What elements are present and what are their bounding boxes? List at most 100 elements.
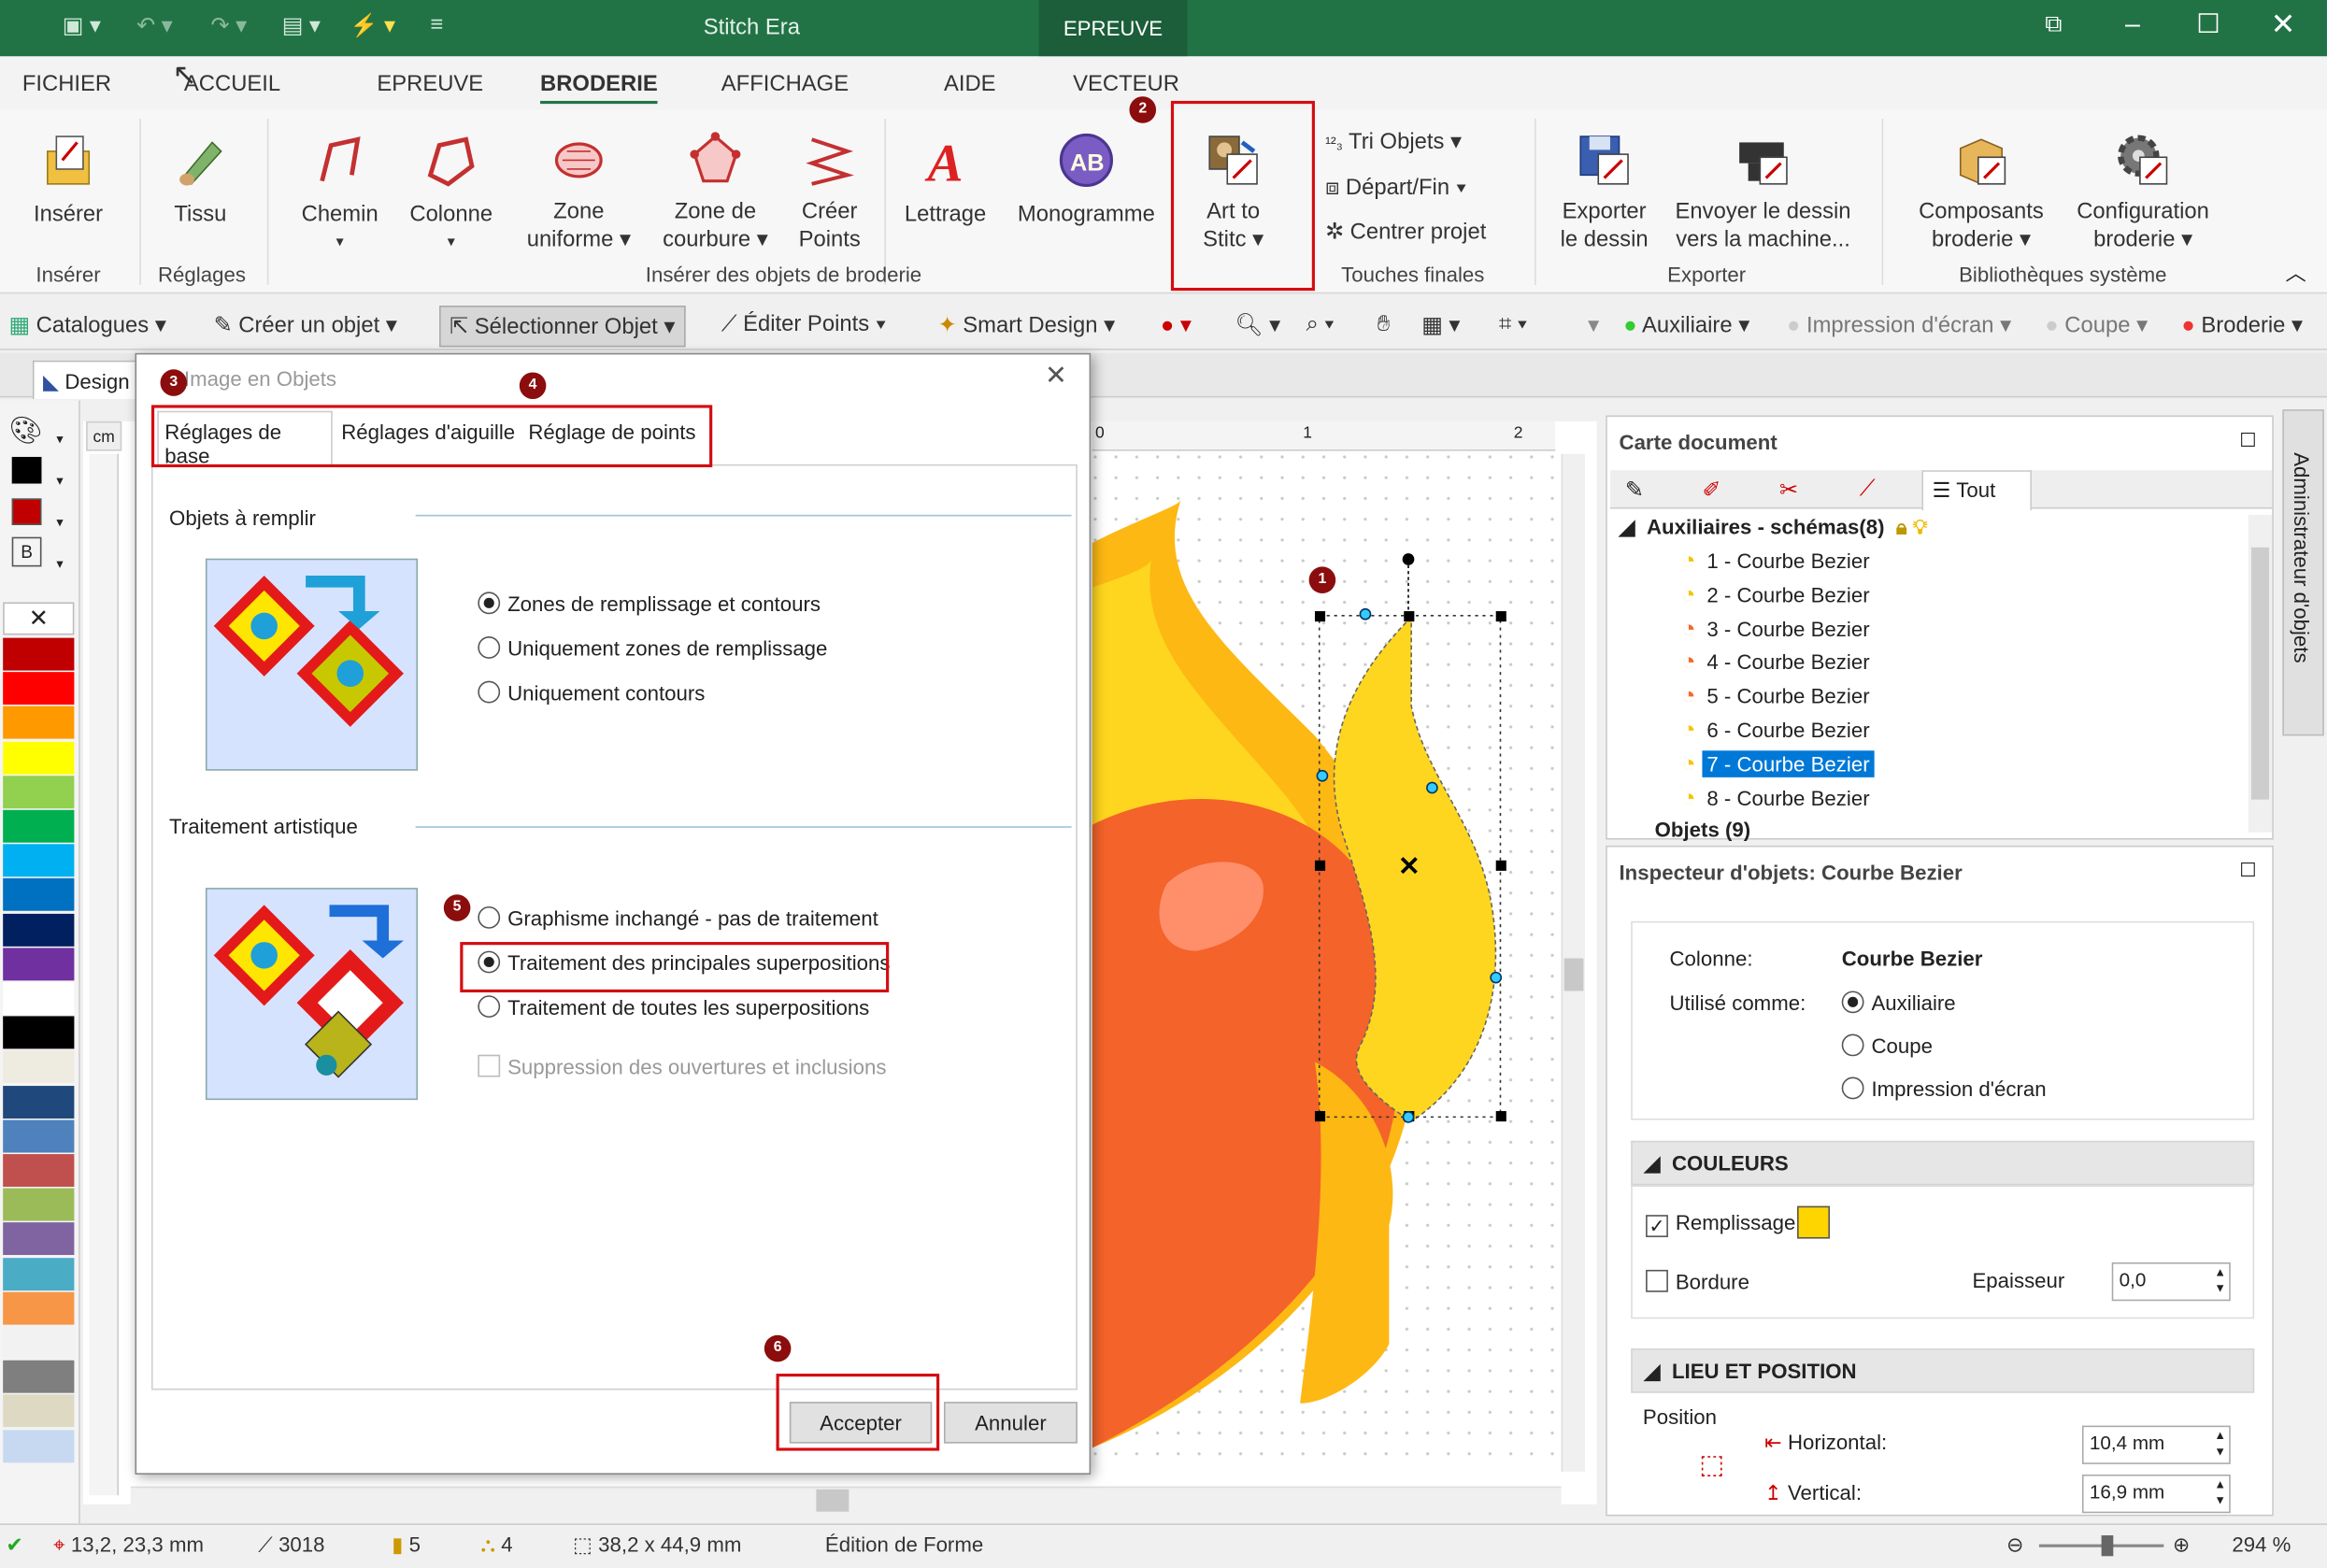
tree-item[interactable]: ◔ 6 - Courbe Bezier <box>1681 718 1874 745</box>
zone-uniforme-button[interactable]: Zone uniforme ▾ <box>520 131 638 254</box>
palette-swatch[interactable] <box>3 1085 75 1119</box>
colonne-button[interactable]: Colonne ▾ <box>401 131 502 257</box>
tree-item[interactable]: ◔ 5 - Courbe Bezier <box>1681 684 1874 711</box>
scissors-icon[interactable]: ✂ <box>1779 477 1798 503</box>
palette-swatch[interactable] <box>3 1394 75 1428</box>
creer-points-button[interactable]: Créer Points <box>787 131 873 254</box>
palette-swatch[interactable] <box>3 1050 75 1084</box>
palette-swatch[interactable] <box>3 844 75 877</box>
radio-impression-ecran[interactable]: Impression d'écran <box>1841 1076 2047 1101</box>
group-objets[interactable]: Objets (9) <box>1655 818 1751 841</box>
configuration-broderie-button[interactable]: Configuration broderie ▾ <box>2065 131 2220 254</box>
envoyer-machine-button[interactable]: Envoyer le dessin vers la machine... <box>1668 131 1858 254</box>
grid-icon[interactable]: ▦ ▾ <box>1421 311 1460 338</box>
minimize-icon[interactable]: – <box>2125 9 2140 40</box>
tri-objets-button[interactable]: ¹²₃ Tri Objets ▾ <box>1325 128 1462 159</box>
collapse-ribbon-icon[interactable]: ︿ <box>2286 258 2306 288</box>
palette-swatch[interactable] <box>3 1429 75 1462</box>
palette-swatch[interactable] <box>3 672 75 706</box>
palette-swatch[interactable] <box>3 1188 75 1221</box>
palette-swatch[interactable] <box>3 1257 75 1290</box>
restore-icon[interactable]: ⧉ <box>2045 12 2062 39</box>
editer-points-button[interactable]: ⟋ Éditer Points ▾ <box>721 311 887 336</box>
palette-swatch[interactable] <box>3 809 75 843</box>
catalogues-button[interactable]: ▦ Catalogues ▾ <box>9 311 166 338</box>
tab-aide[interactable]: AIDE <box>944 71 996 96</box>
lettrage-button[interactable]: A Lettrage <box>896 131 994 229</box>
tab-affichage[interactable]: AFFICHAGE <box>721 71 849 96</box>
palette-swatch[interactable] <box>3 1154 75 1187</box>
palette-swatch[interactable] <box>3 775 75 808</box>
spinner-icon[interactable]: ▲ ▼ <box>2214 1427 2226 1460</box>
palette-swatch[interactable] <box>3 1361 75 1393</box>
spinner-icon[interactable]: ▲ ▼ <box>2214 1264 2226 1297</box>
dialog-close-icon[interactable]: ✕ <box>1045 361 1067 392</box>
selectionner-objet-button[interactable]: ⇱ Sélectionner Objet ▾ <box>439 306 686 348</box>
radio-toutes-superpositions[interactable]: Traitement de toutes les superpositions <box>478 995 869 1019</box>
radio-contours[interactable]: Uniquement contours <box>478 680 705 705</box>
lieu-position-header[interactable]: ◢ LIEU ET POSITION <box>1631 1348 2255 1393</box>
stitch-color-black[interactable] <box>11 456 42 484</box>
lightning-icon[interactable]: ⚡ ▾ <box>350 12 395 38</box>
epaisseur-input[interactable]: 0,0 ▲ ▼ <box>2111 1262 2231 1302</box>
maximize-icon[interactable]: ☐ <box>2196 9 2220 40</box>
more-toolbar-icon[interactable]: ▾ <box>1588 311 1599 338</box>
undo-icon[interactable]: ↶ ▾ <box>136 12 173 38</box>
inserer-button[interactable]: Insérer <box>27 131 110 229</box>
zoom-slider[interactable] <box>2038 1535 2164 1557</box>
palette-swatch[interactable] <box>3 637 75 671</box>
tab-accueil[interactable]: ACCUEIL <box>184 71 280 96</box>
redo-icon[interactable]: ↷ ▾ <box>210 12 247 38</box>
toggle-coupe[interactable]: ● Coupe ▾ <box>2045 311 2148 338</box>
palette-swatch[interactable] <box>3 1326 75 1360</box>
tree-item[interactable]: ◔ 7 - Courbe Bezier <box>1681 749 1875 779</box>
canvas-horizontal-scrollbar[interactable] <box>130 1486 1562 1514</box>
radio-coupe[interactable]: Coupe <box>1841 1033 1933 1058</box>
design-doc-tab[interactable]: ◣ Design <box>32 360 151 400</box>
stitch-pencil-icon[interactable]: ✎ <box>1625 477 1644 503</box>
tree-item[interactable]: ◔ 1 - Courbe Bezier <box>1681 549 1874 576</box>
zoom-out-icon[interactable]: ⊖ <box>2006 1532 2024 1558</box>
panel-maximize-icon[interactable]: ☐ <box>2239 429 2257 452</box>
palette-swatch[interactable] <box>3 1222 75 1256</box>
snap-icon[interactable]: ⌗ ▾ <box>1499 311 1527 336</box>
smart-design-button[interactable]: ✦ Smart Design ▾ <box>938 311 1115 338</box>
radio-graphisme-inchange[interactable]: Graphisme inchangé - pas de traitement <box>478 905 878 930</box>
horizontal-input[interactable]: 10,4 mm ▲ ▼ <box>2081 1425 2231 1464</box>
save-icon[interactable]: ▣ ▾ <box>63 12 101 38</box>
tree-item[interactable]: ◔ 4 - Courbe Bezier <box>1681 650 1874 677</box>
hand-pan-icon[interactable]: ✋︎ <box>1378 311 1391 336</box>
zoom-region-icon[interactable]: ⌕ ▾ <box>1306 311 1334 336</box>
palette-swatch[interactable] <box>3 1119 75 1153</box>
radio-zones-contours[interactable]: Zones de remplissage et contours <box>478 592 821 616</box>
art-to-stitch-button[interactable]: Art to Stitc ▾ <box>1187 131 1278 254</box>
spinner-icon[interactable]: ▲ ▼ <box>2214 1476 2226 1509</box>
composants-broderie-button[interactable]: Composants broderie ▾ <box>1911 131 2050 254</box>
inspector-maximize-icon[interactable]: ☐ <box>2239 859 2257 882</box>
zoom-in-icon[interactable]: ⊕ <box>2173 1532 2191 1558</box>
centrer-projet-button[interactable]: ✲ Centrer projet <box>1325 218 1486 246</box>
radio-zones-remplissage[interactable]: Uniquement zones de remplissage <box>478 636 827 660</box>
palette-swatch[interactable] <box>3 981 75 1015</box>
tree-scrollbar[interactable] <box>2248 514 2273 833</box>
chemin-button[interactable]: Chemin ▾ <box>291 131 389 257</box>
tab-fichier[interactable]: FICHIER <box>22 71 111 96</box>
exporter-button[interactable]: Exporter le dessin <box>1552 131 1656 254</box>
canvas-vertical-scrollbar[interactable] <box>1561 453 1585 1472</box>
palette-swatch[interactable] <box>3 948 75 981</box>
administrateur-objets-sidetab[interactable]: Administrateur d'objets <box>2282 409 2324 736</box>
palette-swatch[interactable] <box>3 1016 75 1049</box>
monogramme-button[interactable]: AB Monogramme <box>1009 131 1164 229</box>
zone-courbure-button[interactable]: Zone de courbure ▾ <box>653 131 778 254</box>
tree-item[interactable]: ◔ 2 - Courbe Bezier <box>1681 583 1874 610</box>
stitch-color-red[interactable] <box>11 498 42 525</box>
tab-broderie[interactable]: BRODERIE <box>540 71 658 105</box>
vertical-input[interactable]: 16,9 mm ▲ ▼ <box>2081 1474 2231 1514</box>
checkbox-suppression-ouvertures[interactable]: Suppression des ouvertures et inclusions <box>478 1054 886 1078</box>
point-color-icon[interactable]: ● ▾ <box>1161 311 1192 338</box>
palette-icon[interactable]: 🎨︎ <box>9 416 43 447</box>
bold-b-icon[interactable]: B <box>11 536 42 567</box>
radio-auxiliaire[interactable]: Auxiliaire <box>1841 991 1956 1015</box>
annuler-button[interactable]: Annuler <box>943 1402 1078 1444</box>
toggle-impression-ecran[interactable]: ● Impression d'écran ▾ <box>1787 311 2011 338</box>
